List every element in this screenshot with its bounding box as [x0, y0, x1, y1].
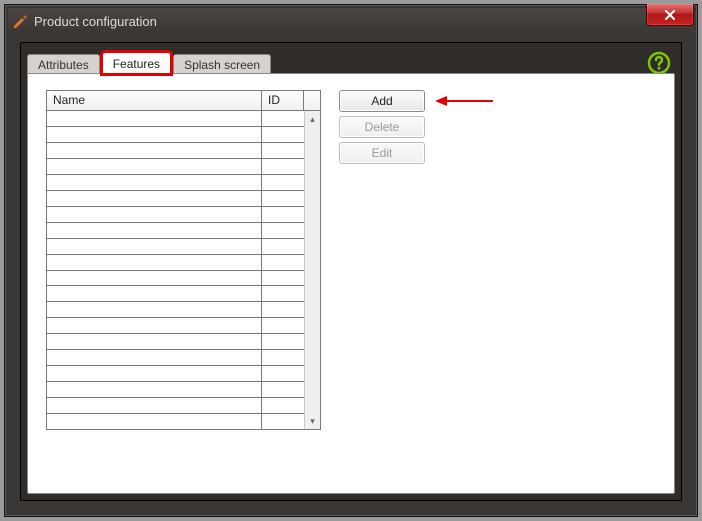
table-body: ▴ ▾ — [47, 111, 320, 429]
column-header-id[interactable]: ID — [262, 91, 304, 111]
vertical-scrollbar[interactable]: ▴ ▾ — [304, 111, 320, 429]
scroll-down-icon[interactable]: ▾ — [305, 413, 320, 429]
cell-id — [262, 127, 304, 142]
table-row[interactable] — [47, 286, 304, 302]
cell-id — [262, 414, 304, 429]
tab-panel: Name ID ▴ ▾ — [27, 73, 675, 494]
table-row[interactable] — [47, 127, 304, 143]
cell-id — [262, 111, 304, 126]
cell-name — [47, 302, 262, 317]
cell-id — [262, 223, 304, 238]
cell-name — [47, 175, 262, 190]
cell-name — [47, 286, 262, 301]
cell-id — [262, 382, 304, 397]
features-table[interactable]: Name ID ▴ ▾ — [46, 90, 321, 430]
cell-id — [262, 334, 304, 349]
table-row[interactable] — [47, 255, 304, 271]
cell-id — [262, 318, 304, 333]
table-row[interactable] — [47, 318, 304, 334]
column-header-name[interactable]: Name — [47, 91, 262, 111]
cell-id — [262, 271, 304, 286]
cell-id — [262, 366, 304, 381]
tab-strip: Attributes Features Splash screen — [27, 49, 681, 73]
tab-features[interactable]: Features — [102, 52, 171, 74]
cell-id — [262, 159, 304, 174]
table-row[interactable] — [47, 302, 304, 318]
cell-id — [262, 239, 304, 254]
table-rows — [47, 111, 304, 429]
column-header-scroll-spacer — [304, 91, 320, 111]
app-icon — [12, 13, 28, 29]
table-row[interactable] — [47, 207, 304, 223]
cell-id — [262, 350, 304, 365]
window-title: Product configuration — [34, 14, 157, 29]
cell-name — [47, 318, 262, 333]
table-row[interactable] — [47, 159, 304, 175]
delete-button: Delete — [339, 116, 425, 138]
table-row[interactable] — [47, 398, 304, 414]
table-row[interactable] — [47, 239, 304, 255]
table-row[interactable] — [47, 382, 304, 398]
tab-splash-screen[interactable]: Splash screen — [173, 54, 271, 74]
cell-name — [47, 239, 262, 254]
cell-name — [47, 111, 262, 126]
button-label: Add — [371, 94, 392, 108]
cell-name — [47, 271, 262, 286]
cell-name — [47, 191, 262, 206]
window-inner: Product configuration Attributes — [8, 8, 694, 513]
table-row[interactable] — [47, 334, 304, 350]
tab-label: Attributes — [38, 58, 89, 72]
panel-content: Name ID ▴ ▾ — [28, 74, 674, 493]
dialog-window: Product configuration Attributes — [4, 4, 698, 517]
table-row[interactable] — [47, 271, 304, 287]
cell-name — [47, 223, 262, 238]
cell-id — [262, 191, 304, 206]
cell-id — [262, 207, 304, 222]
add-button[interactable]: Add — [339, 90, 425, 112]
table-row[interactable] — [47, 223, 304, 239]
edit-button: Edit — [339, 142, 425, 164]
cell-name — [47, 350, 262, 365]
cell-name — [47, 414, 262, 429]
cell-name — [47, 207, 262, 222]
annotation-arrow-icon — [435, 94, 495, 108]
table-row[interactable] — [47, 111, 304, 127]
close-icon — [664, 10, 676, 20]
tab-attributes[interactable]: Attributes — [27, 54, 100, 74]
tab-label: Splash screen — [184, 58, 260, 72]
cell-id — [262, 175, 304, 190]
cell-name — [47, 398, 262, 413]
cell-name — [47, 334, 262, 349]
button-label: Edit — [372, 146, 393, 160]
scroll-up-icon[interactable]: ▴ — [305, 111, 320, 127]
table-row[interactable] — [47, 350, 304, 366]
table-row[interactable] — [47, 366, 304, 382]
button-column: Add Delete Edit — [339, 90, 425, 164]
close-button[interactable] — [646, 4, 694, 26]
cell-id — [262, 398, 304, 413]
cell-id — [262, 255, 304, 270]
cell-name — [47, 255, 262, 270]
table-row[interactable] — [47, 143, 304, 159]
client-area: Attributes Features Splash screen Name I… — [20, 42, 682, 501]
button-label: Delete — [365, 120, 400, 134]
cell-name — [47, 366, 262, 381]
cell-name — [47, 382, 262, 397]
cell-name — [47, 159, 262, 174]
cell-name — [47, 143, 262, 158]
cell-id — [262, 302, 304, 317]
table-row[interactable] — [47, 175, 304, 191]
table-row[interactable] — [47, 191, 304, 207]
cell-id — [262, 286, 304, 301]
table-row[interactable] — [47, 414, 304, 429]
tab-label: Features — [113, 57, 160, 71]
titlebar: Product configuration — [8, 8, 694, 34]
cell-name — [47, 127, 262, 142]
cell-id — [262, 143, 304, 158]
table-header: Name ID — [47, 91, 320, 111]
